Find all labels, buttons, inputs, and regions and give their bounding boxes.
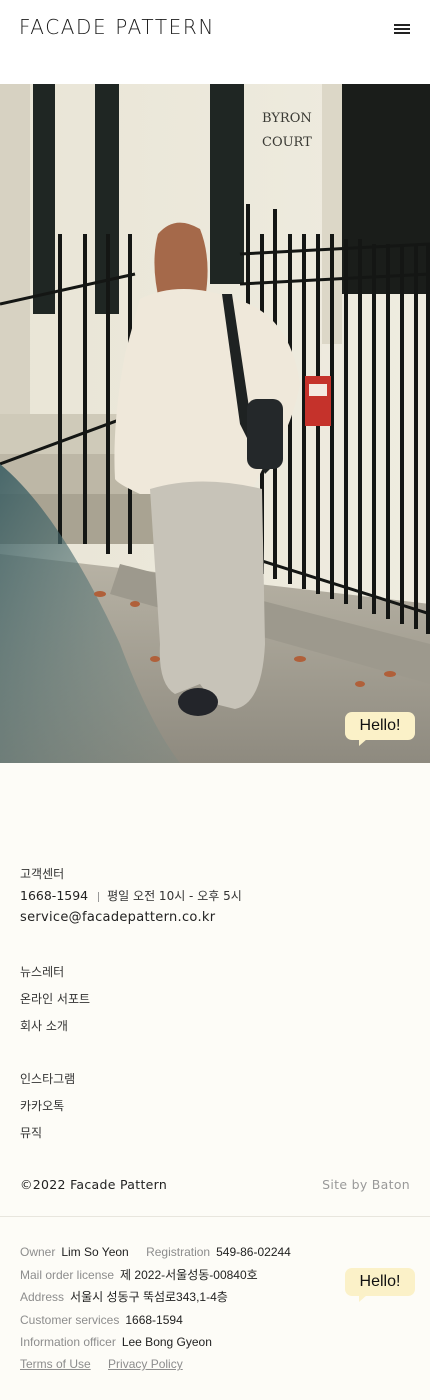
business-info: Owner Lim So Yeon Registration 549-86-0224…	[20, 1241, 305, 1354]
customer-services-value: 1668-1594	[125, 1312, 183, 1327]
customer-services-label: Customer services	[20, 1312, 120, 1327]
footer-info: 고객센터 1668-1594 평일 오전 10시 - 오후 5시 service@…	[20, 863, 410, 1147]
hero-image: BYRON COURT	[0, 84, 430, 763]
footer-divider	[0, 1216, 430, 1217]
svg-text:COURT: COURT	[262, 135, 312, 150]
email-link[interactable]: service@facadepattern.co.kr	[20, 907, 410, 929]
info-officer-row: Information officer Lee Bong Gyeon	[20, 1331, 305, 1354]
customer-center-contact: 1668-1594 평일 오전 10시 - 오후 5시	[20, 885, 410, 907]
menu-line	[394, 24, 410, 26]
registration-label: Registration	[146, 1245, 211, 1259]
address-label: Address	[20, 1290, 65, 1305]
policy-links: Terms of Use Privacy Policy	[20, 1357, 197, 1371]
hamburger-menu-icon[interactable]	[394, 23, 410, 35]
menu-line	[394, 28, 410, 30]
terms-of-use-link[interactable]: Terms of Use	[20, 1357, 91, 1371]
site-by-link[interactable]: Site by Baton	[322, 1177, 410, 1192]
mail-order-label: Mail order license	[20, 1267, 115, 1282]
brand-logo[interactable]: FACADE PATTERN	[19, 15, 215, 39]
kakaotalk-link[interactable]: 카카오톡	[20, 1093, 410, 1120]
chat-bubble-button-footer[interactable]: Hello!	[345, 1268, 415, 1302]
registration-value: 549-86-02244	[216, 1245, 291, 1259]
instagram-link[interactable]: 인스타그램	[20, 1066, 410, 1093]
separator	[98, 891, 100, 902]
info-officer-value: Lee Bong Gyeon	[121, 1335, 212, 1350]
mail-order-row: Mail order license 제 2022-서울성동-00840호	[20, 1264, 305, 1287]
customer-center-heading: 고객센터	[20, 867, 65, 881]
owner-label: Owner	[20, 1245, 56, 1259]
chat-bubble-button[interactable]: Hello!	[345, 712, 415, 746]
owner-row: Owner Lim So Yeon Registration 549-86-0224…	[20, 1241, 305, 1264]
newsletter-link[interactable]: 뉴스레터	[20, 959, 410, 986]
hero-photo-woman-walking-by-railings: BYRON COURT	[0, 84, 430, 763]
menu-line	[394, 32, 410, 34]
phone-number[interactable]: 1668-1594	[20, 888, 88, 903]
mail-order-value: 제 2022-서울성동-00840호	[120, 1267, 258, 1282]
customer-services-row: Customer services 1668-1594	[20, 1309, 305, 1332]
business-hours: 평일 오전 10시 - 오후 5시	[107, 889, 242, 903]
address-row: Address 서울시 성동구 뚝섬로343,1-4층	[20, 1286, 305, 1309]
site-header: FACADE PATTERN	[0, 0, 430, 84]
address-value: 서울시 성동구 뚝섬로343,1-4층	[70, 1290, 228, 1305]
online-support-link[interactable]: 온라인 서포트	[20, 986, 410, 1013]
info-officer-label: Information officer	[20, 1335, 116, 1350]
svg-text:BYRON: BYRON	[262, 111, 312, 126]
music-link[interactable]: 뮤직	[20, 1120, 410, 1147]
copyright-text: ©2022 Facade Pattern	[20, 1177, 168, 1192]
about-company-link[interactable]: 회사 소개	[20, 1013, 410, 1040]
privacy-policy-link[interactable]: Privacy Policy	[108, 1357, 183, 1371]
owner-value: Lim So Yeon	[61, 1245, 129, 1259]
